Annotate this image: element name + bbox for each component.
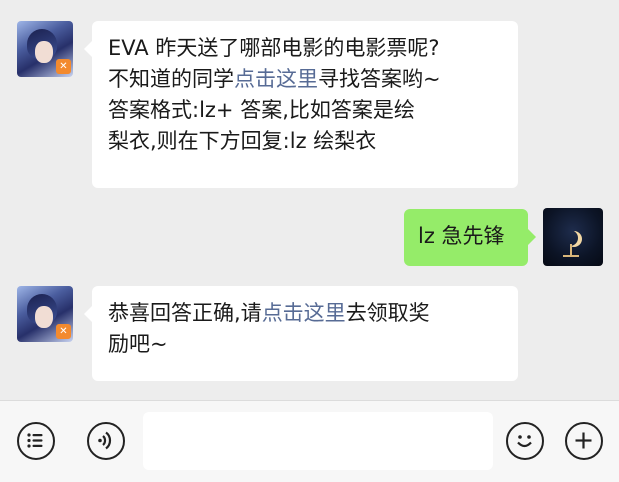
message-line: EVA 昨天送了哪部电影的电影票呢? bbox=[108, 36, 440, 60]
sender-avatar[interactable]: ✕ bbox=[17, 21, 73, 77]
input-bar bbox=[0, 400, 619, 482]
message-text: 寻找答案哟~ bbox=[318, 67, 441, 91]
message-line: 不知道的同学点击这里寻找答案哟~ bbox=[108, 64, 502, 95]
emoji-icon[interactable] bbox=[506, 422, 544, 460]
message-bubble-question[interactable]: EVA 昨天送了哪部电影的电影票呢? 不知道的同学点击这里寻找答案哟~ 答案格式… bbox=[84, 21, 518, 188]
plus-icon[interactable] bbox=[565, 422, 603, 460]
menu-list-icon[interactable] bbox=[17, 422, 55, 460]
message-bubble-result[interactable]: 恭喜回答正确,请点击这里去领取奖 励吧~ bbox=[84, 286, 518, 381]
sender-avatar[interactable]: ✕ bbox=[17, 286, 73, 342]
voice-icon[interactable] bbox=[87, 422, 125, 460]
game-badge-icon: ✕ bbox=[56, 59, 71, 74]
message-line: lz 急先锋 bbox=[418, 224, 505, 248]
click-here-link[interactable]: 点击这里 bbox=[234, 67, 318, 91]
message-text: 去领取奖 bbox=[345, 301, 430, 325]
message-text: 恭喜回答正确,请 bbox=[108, 301, 262, 325]
self-avatar[interactable] bbox=[543, 208, 603, 266]
message-bubble-reply[interactable]: lz 急先锋 bbox=[404, 209, 536, 266]
game-badge-icon: ✕ bbox=[56, 324, 71, 339]
message-line: 答案格式:lz+ 答案,比如答案是绘 bbox=[108, 98, 415, 122]
message-text: 不知道的同学 bbox=[108, 67, 234, 91]
avatar-face bbox=[35, 306, 53, 328]
message-line: 恭喜回答正确,请点击这里去领取奖 bbox=[108, 298, 502, 329]
message-line: 励吧~ bbox=[108, 332, 168, 356]
click-here-link[interactable]: 点击这里 bbox=[262, 301, 346, 325]
message-line: 梨衣,则在下方回复:lz 绘梨衣 bbox=[108, 129, 377, 153]
message-input[interactable] bbox=[143, 412, 493, 470]
chat-area: ✕ EVA 昨天送了哪部电影的电影票呢? 不知道的同学点击这里寻找答案哟~ 答案… bbox=[0, 0, 619, 400]
avatar-face bbox=[35, 41, 53, 63]
moon-base bbox=[563, 255, 579, 257]
